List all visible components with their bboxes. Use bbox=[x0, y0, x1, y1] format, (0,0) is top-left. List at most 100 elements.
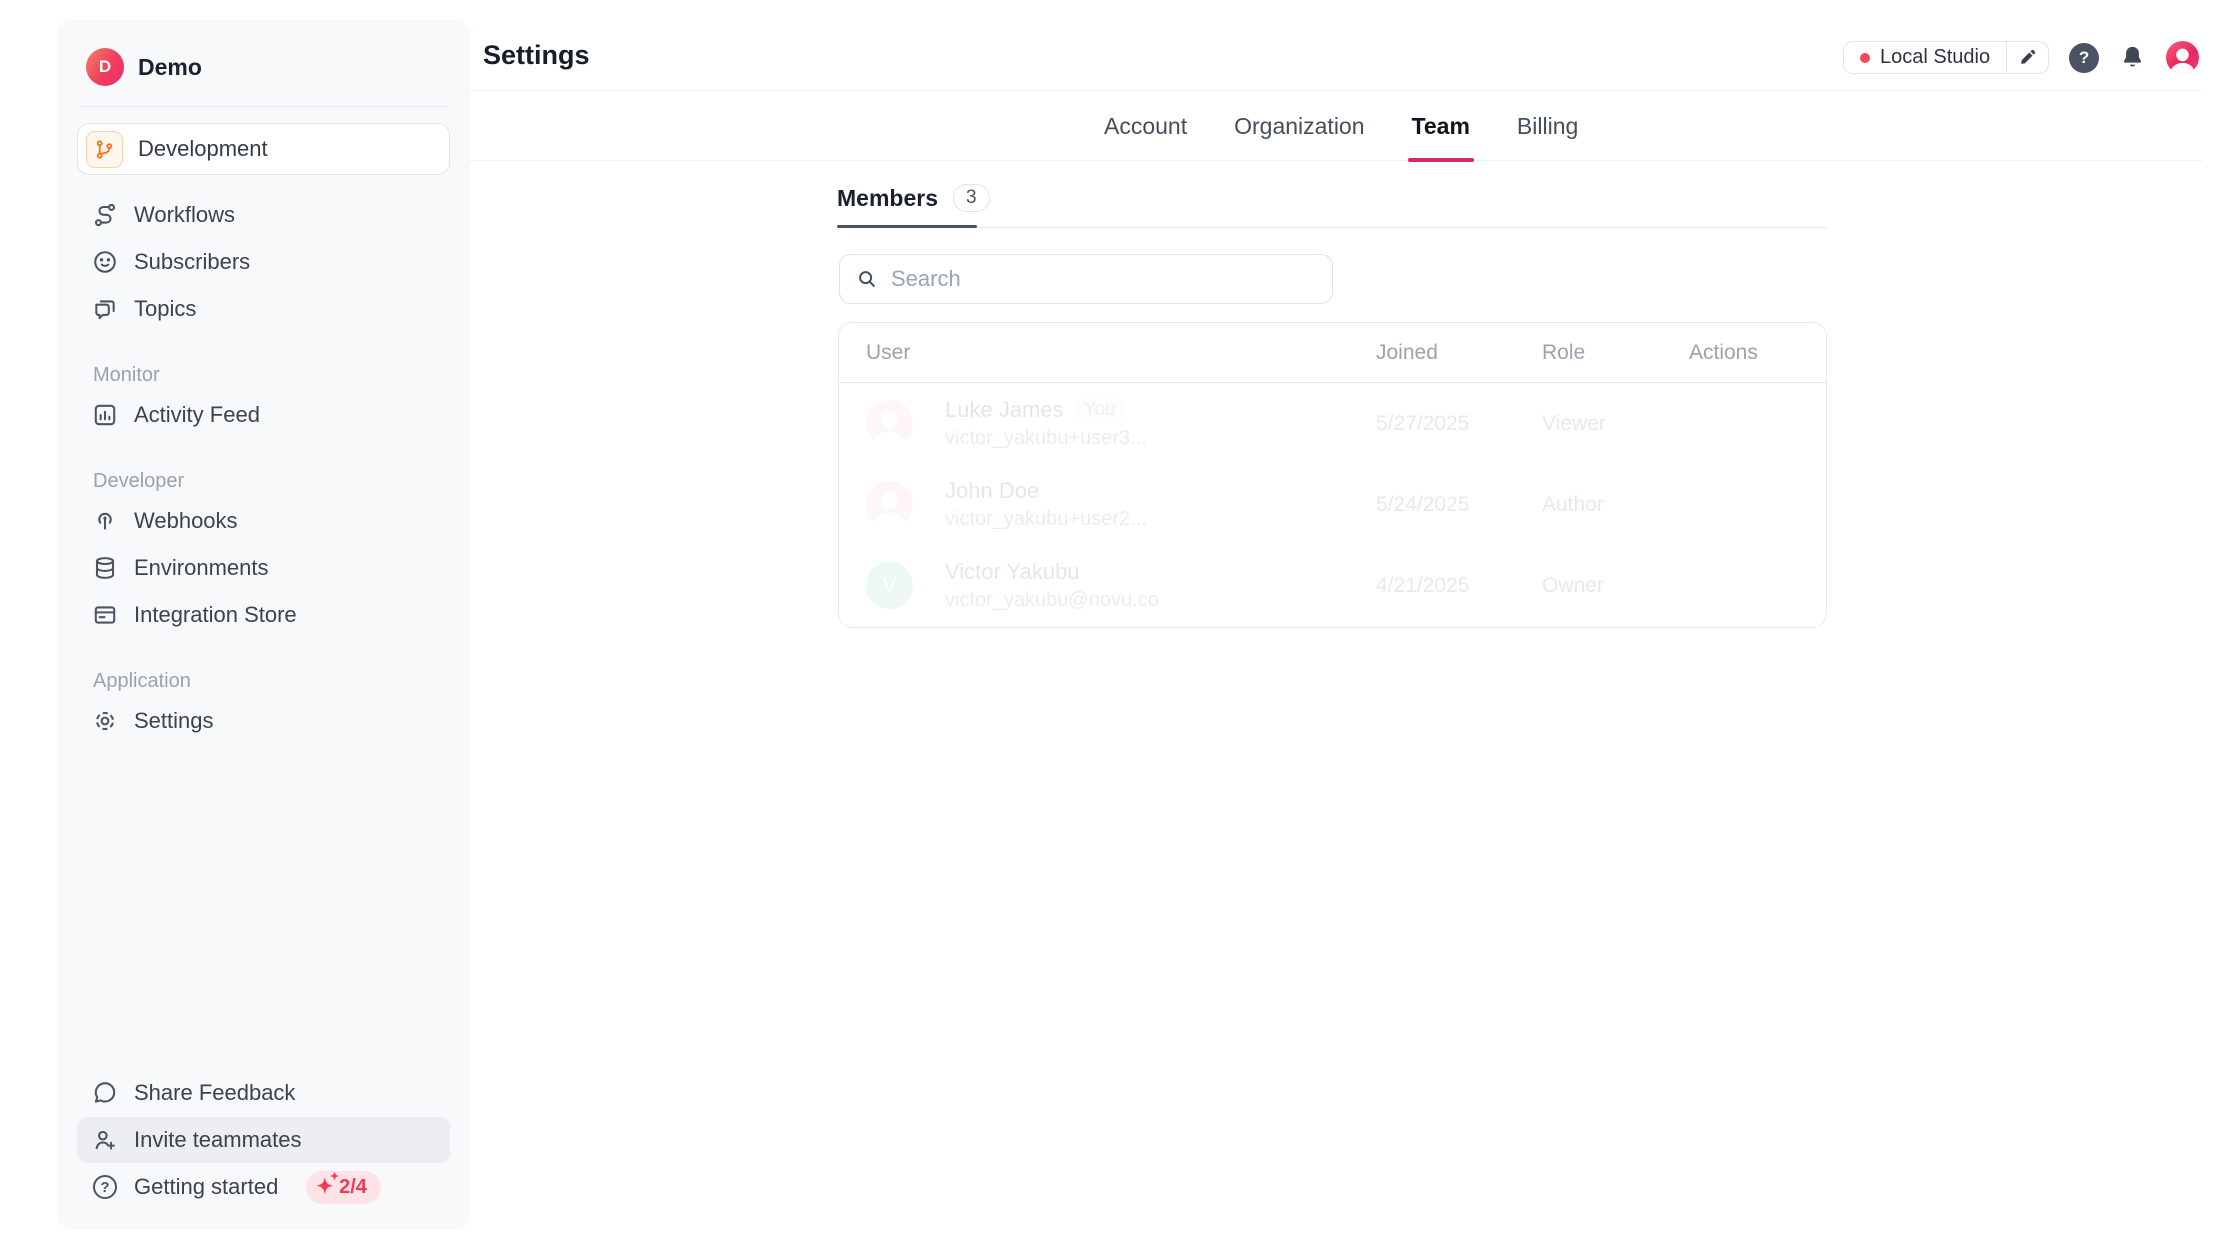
local-studio-button[interactable]: Local Studio bbox=[1844, 42, 2006, 73]
member-joined: 4/21/2025 bbox=[1376, 574, 1542, 598]
edit-button[interactable] bbox=[2006, 42, 2048, 73]
section-label: Application bbox=[57, 665, 470, 697]
sidebar-item-subscribers[interactable]: Subscribers bbox=[77, 239, 450, 285]
invite-teammates-label: Invite teammates bbox=[134, 1127, 302, 1153]
member-role: Owner bbox=[1542, 574, 1689, 598]
members-count-badge: 3 bbox=[953, 184, 990, 212]
org-avatar: D bbox=[86, 48, 124, 86]
sidebar-item-topics[interactable]: Topics bbox=[77, 286, 450, 332]
search-input[interactable] bbox=[891, 266, 1316, 292]
invite-teammates-button[interactable]: Invite teammates bbox=[77, 1117, 450, 1163]
app: { "colors": { "accent": "#d92b57", "red-… bbox=[0, 0, 2240, 1260]
tab-label: Account bbox=[1104, 113, 1187, 140]
you-badge: You bbox=[1076, 398, 1124, 422]
sidebar-item-label: Activity Feed bbox=[134, 402, 260, 428]
member-joined: 5/27/2025 bbox=[1376, 412, 1542, 436]
members-label: Members bbox=[837, 185, 938, 212]
person-icon bbox=[2166, 44, 2199, 74]
sidebar-item-label: Topics bbox=[134, 296, 196, 322]
status-dot bbox=[1860, 53, 1870, 63]
org-name: Demo bbox=[138, 54, 202, 81]
tab-account[interactable]: Account bbox=[1104, 91, 1187, 161]
tab-billing[interactable]: Billing bbox=[1517, 91, 1578, 161]
sidebar-item-workflows[interactable]: Workflows bbox=[77, 192, 450, 238]
tab-label: Team bbox=[1412, 113, 1470, 140]
member-email: victor_yakubu+user2... bbox=[945, 508, 1147, 531]
local-studio-label: Local Studio bbox=[1880, 46, 1990, 69]
header-controls: Local Studio bbox=[1843, 41, 2199, 74]
sidebar-item-activity-feed[interactable]: Activity Feed bbox=[77, 392, 450, 438]
git-branch-icon bbox=[86, 131, 123, 168]
local-studio-pill: Local Studio bbox=[1843, 41, 2049, 74]
member-role: Viewer bbox=[1542, 412, 1689, 436]
environment-label: Development bbox=[138, 136, 268, 162]
help-button[interactable] bbox=[2069, 43, 2099, 73]
settings-tab-bar: Account Organization Team Billing bbox=[470, 91, 2202, 161]
tab-organization[interactable]: Organization bbox=[1234, 91, 1364, 161]
feedback-bubble-icon bbox=[92, 1080, 118, 1106]
sidebar-section-developer: Developer Webhooks bbox=[57, 465, 470, 638]
table-row: V Victor Yakubu victor_yakubu@novu.co 4/… bbox=[839, 545, 1826, 626]
org-avatar-initial: D bbox=[99, 57, 111, 77]
table-body: Luke James You victor_yakubu+user3... 5/… bbox=[839, 383, 1826, 626]
sidebar-item-environments[interactable]: Environments bbox=[77, 545, 450, 591]
member-email: victor_yakubu+user3... bbox=[945, 427, 1147, 450]
question-circle-icon bbox=[92, 1174, 118, 1200]
tab-team[interactable]: Team bbox=[1412, 91, 1470, 161]
member-avatar bbox=[866, 400, 913, 447]
member-role: Author bbox=[1542, 493, 1689, 517]
member-name: Victor Yakubu bbox=[945, 559, 1080, 585]
notifications-button[interactable] bbox=[2119, 44, 2146, 71]
sidebar-section-application: Application Settings bbox=[57, 665, 470, 744]
sidebar-item-label: Workflows bbox=[134, 202, 235, 228]
member-name: Luke James bbox=[945, 397, 1064, 423]
workflows-icon bbox=[92, 202, 118, 228]
members-divider bbox=[837, 227, 1827, 228]
getting-started-button[interactable]: Getting started 2/4 bbox=[77, 1164, 450, 1210]
org-switcher[interactable]: D Demo bbox=[57, 20, 470, 106]
sidebar-item-label: Integration Store bbox=[134, 602, 297, 628]
sidebar-section-monitor: Monitor Activity Feed bbox=[57, 359, 470, 438]
members-tab[interactable]: Members 3 bbox=[837, 184, 990, 212]
sidebar-item-settings[interactable]: Settings bbox=[77, 698, 450, 744]
sidebar-divider bbox=[79, 106, 448, 107]
sidebar-item-webhooks[interactable]: Webhooks bbox=[77, 498, 450, 544]
column-header-actions: Actions bbox=[1689, 341, 1826, 365]
user-plus-icon bbox=[92, 1127, 118, 1153]
pencil-icon bbox=[2018, 48, 2037, 67]
environments-icon bbox=[92, 555, 118, 581]
sidebar-item-label: Settings bbox=[134, 708, 214, 734]
share-feedback-button[interactable]: Share Feedback bbox=[77, 1070, 450, 1116]
topics-icon bbox=[92, 296, 118, 322]
section-label: Monitor bbox=[57, 359, 470, 391]
getting-started-label: Getting started bbox=[134, 1174, 278, 1200]
getting-started-progress: 2/4 bbox=[339, 1176, 367, 1199]
user-avatar[interactable] bbox=[2166, 41, 2199, 74]
environment-selector[interactable]: Development bbox=[77, 123, 450, 175]
tab-label: Organization bbox=[1234, 113, 1364, 140]
sidebar-item-label: Webhooks bbox=[134, 508, 238, 534]
integration-store-icon bbox=[92, 602, 118, 628]
section-label: Developer bbox=[57, 465, 470, 497]
column-header-role: Role bbox=[1542, 341, 1689, 365]
member-avatar: V bbox=[866, 562, 913, 609]
column-header-joined: Joined bbox=[1376, 341, 1542, 365]
sidebar-nav: Workflows Subscribers Topics Mon bbox=[57, 192, 470, 744]
sidebar-item-label: Subscribers bbox=[134, 249, 250, 275]
members-search bbox=[839, 254, 1333, 304]
members-active-underline bbox=[837, 225, 977, 228]
subscribers-icon bbox=[92, 249, 118, 275]
share-feedback-label: Share Feedback bbox=[134, 1080, 295, 1106]
webhook-icon bbox=[92, 508, 118, 534]
member-email: victor_yakubu@novu.co bbox=[945, 589, 1159, 612]
sparkles-icon bbox=[316, 1177, 333, 1197]
settings-gear-icon bbox=[92, 708, 118, 734]
sidebar-item-integration-store[interactable]: Integration Store bbox=[77, 592, 450, 638]
sidebar-footer: Share Feedback Invite teammates Getting … bbox=[57, 1069, 470, 1211]
table-row: Luke James You victor_yakubu+user3... 5/… bbox=[839, 383, 1826, 464]
sidebar-item-label: Environments bbox=[134, 555, 269, 581]
members-table: User Joined Role Actions Luke James You … bbox=[838, 322, 1827, 628]
member-name: John Doe bbox=[945, 478, 1039, 504]
tab-label: Billing bbox=[1517, 113, 1578, 140]
search-icon bbox=[856, 268, 878, 290]
